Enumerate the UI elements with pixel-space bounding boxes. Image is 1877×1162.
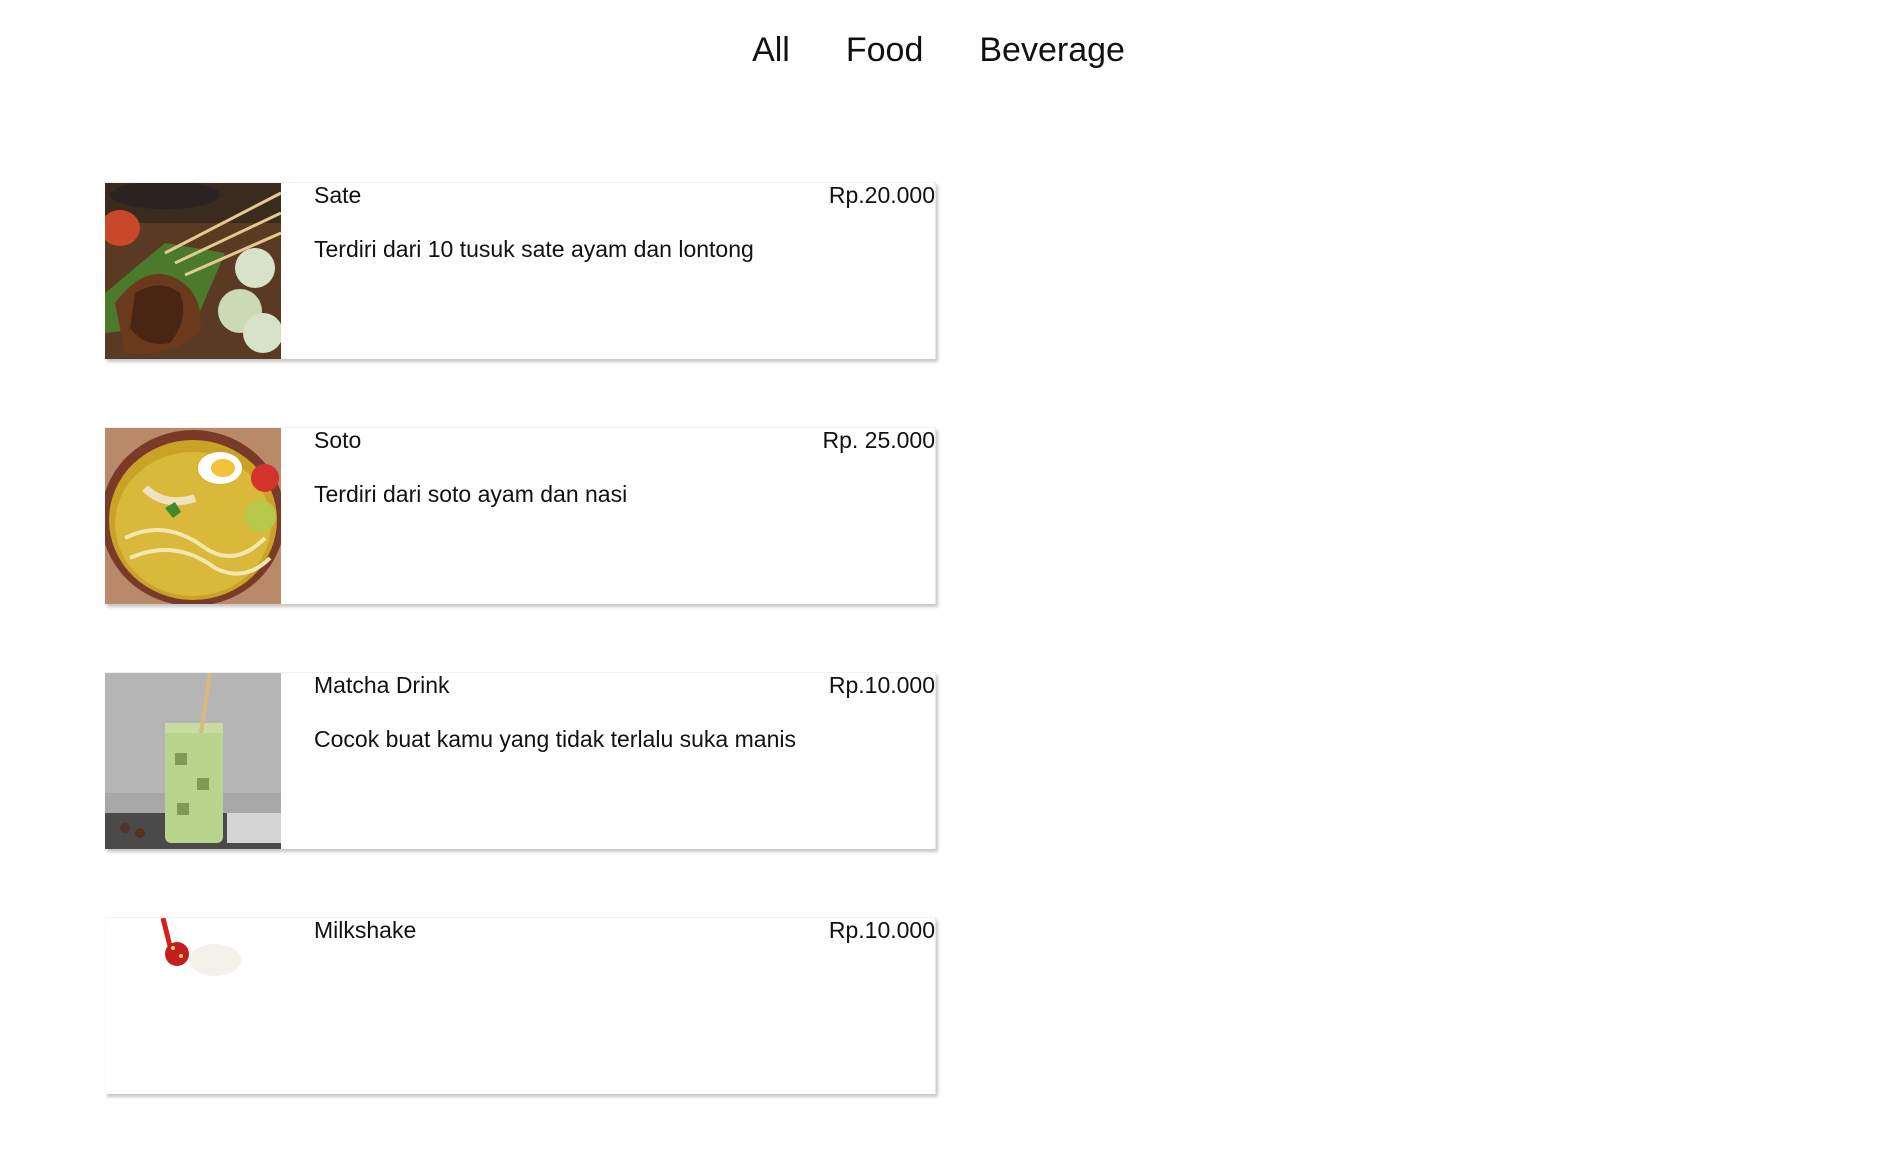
soto-photo [105,428,281,604]
tab-beverage[interactable]: Beverage [951,28,1153,72]
item-name: Milkshake [314,917,417,943]
menu-card-matcha-drink[interactable]: Matcha Drink Rp.10.000 Cocok buat kamu y… [105,672,936,849]
sate-photo [105,183,281,359]
menu-card-sate[interactable]: Sate Rp.20.000 Terdiri dari 10 tusuk sat… [105,182,936,359]
tab-food[interactable]: Food [818,28,952,72]
item-price: Rp.10.000 [828,917,935,943]
menu-card-milkshake[interactable]: Milkshake Rp.10.000 [105,917,936,1094]
item-price: Rp.20.000 [828,182,935,208]
milkshake-photo [105,918,281,1094]
menu-list: Sate Rp.20.000 Terdiri dari 10 tusuk sat… [105,182,936,1162]
item-name: Matcha Drink [314,672,450,698]
item-description: Cocok buat kamu yang tidak terlalu suka … [314,726,796,752]
item-description: Terdiri dari soto ayam dan nasi [314,481,628,507]
tab-all[interactable]: All [724,28,818,72]
category-tabs: All Food Beverage [0,28,1877,72]
item-price: Rp. 25.000 [822,427,935,453]
menu-card-soto[interactable]: Soto Rp. 25.000 Terdiri dari soto ayam d… [105,427,936,604]
item-description: Terdiri dari 10 tusuk sate ayam dan lont… [314,236,754,262]
matcha-drink-photo [105,673,281,849]
item-name: Sate [314,182,362,208]
item-name: Soto [314,427,362,453]
item-price: Rp.10.000 [828,672,935,698]
